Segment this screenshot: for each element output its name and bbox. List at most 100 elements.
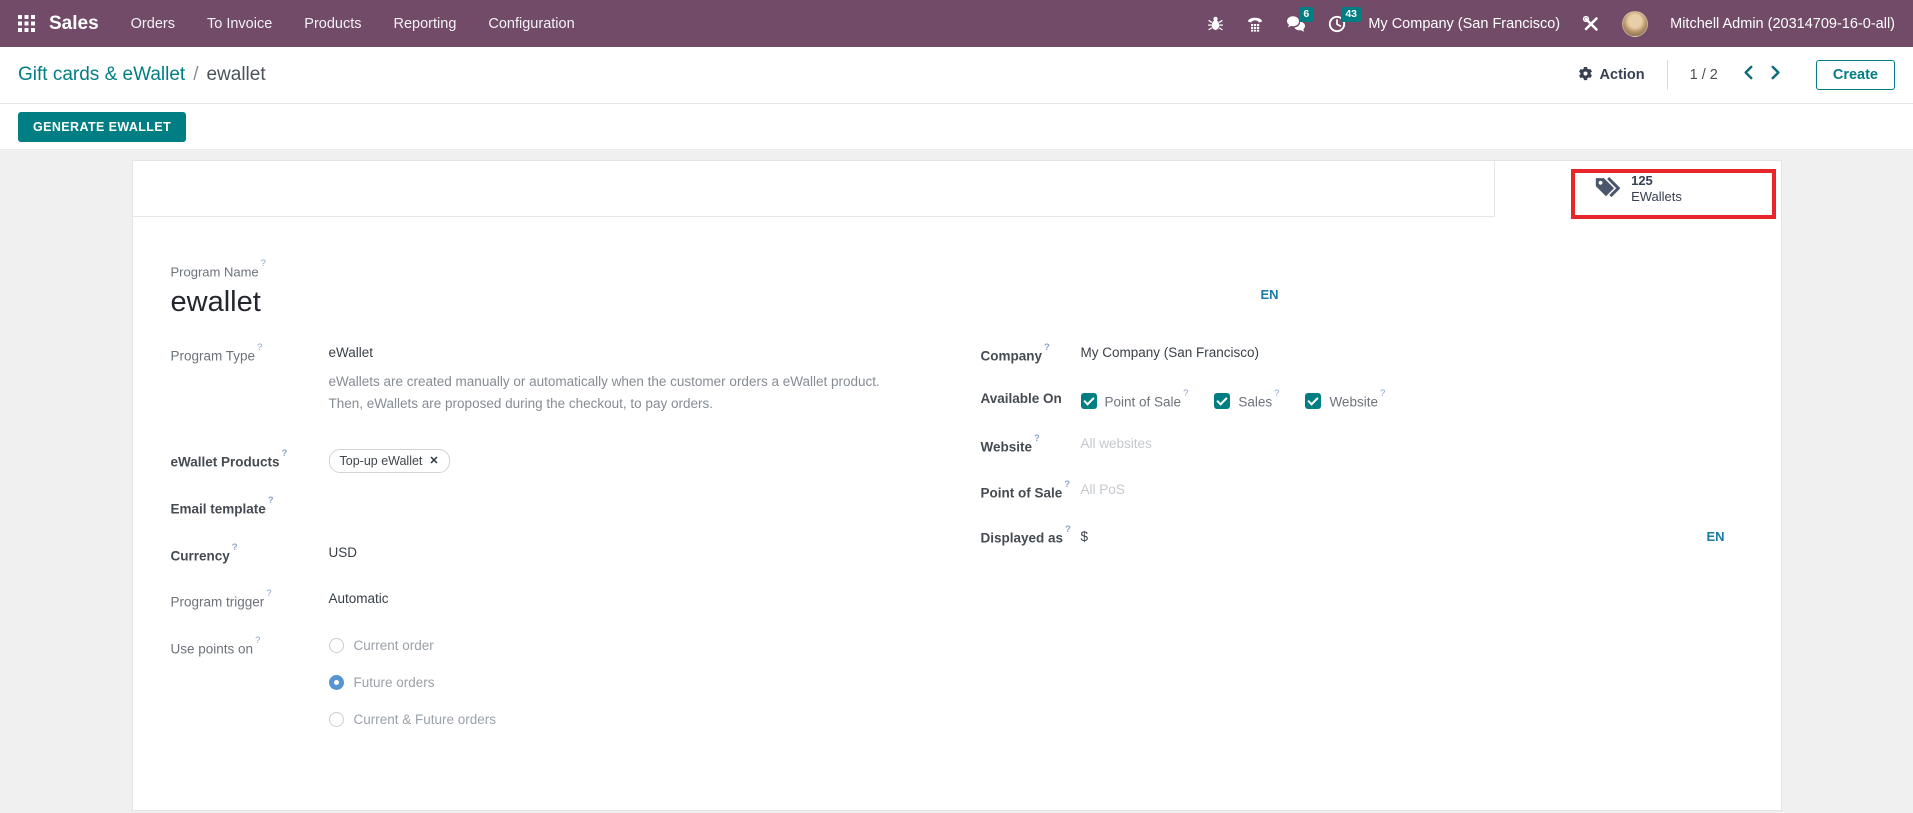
program-name-value[interactable]: ewallet — [171, 286, 1743, 319]
menu-orders[interactable]: Orders — [131, 16, 175, 32]
ewallet-products-row: eWallet Products? Top-up eWallet ✕ — [171, 449, 981, 473]
top-navbar: Sales Orders To Invoice Products Reporti… — [0, 0, 1913, 47]
breadcrumb: Gift cards & eWallet / ewallet — [18, 64, 266, 86]
menu-reporting[interactable]: Reporting — [394, 16, 457, 32]
company-row: Company? My Company (San Francisco) — [981, 343, 1743, 367]
radio-label: Current & Future orders — [354, 710, 497, 730]
control-panel: Gift cards & eWallet / ewallet Action 1 … — [0, 47, 1913, 104]
help-marker[interactable]: ? — [1183, 388, 1188, 399]
program-name-block: Program Name? ewallet EN — [171, 263, 1743, 319]
website-label: Website — [981, 440, 1033, 455]
radio-label: Future orders — [354, 673, 435, 693]
radio-label: Current order — [354, 636, 434, 656]
gear-icon — [1578, 66, 1593, 85]
breadcrumb-parent-link[interactable]: Gift cards & eWallet — [18, 64, 185, 86]
checkbox-checked[interactable] — [1214, 393, 1230, 409]
program-type-label: Program Type — [171, 349, 256, 364]
apps-grid-icon[interactable] — [18, 15, 35, 32]
pager-next-button[interactable] — [1762, 61, 1790, 89]
radio-option-current-order: Current order — [329, 636, 497, 656]
email-template-row: Email template? — [171, 496, 981, 520]
help-marker[interactable]: ? — [257, 342, 262, 353]
help-marker[interactable]: ? — [1274, 388, 1279, 399]
program-trigger-row: Program trigger? Automatic — [171, 589, 981, 613]
point-of-sale-row: Point of Sale? All PoS — [981, 480, 1743, 504]
radio-button[interactable] — [329, 638, 344, 653]
messages-count-badge: 6 — [1299, 7, 1313, 22]
product-tag[interactable]: Top-up eWallet ✕ — [329, 449, 450, 473]
program-trigger-value[interactable]: Automatic — [329, 589, 389, 613]
radio-button[interactable] — [329, 712, 344, 727]
divider — [1667, 60, 1668, 90]
help-marker[interactable]: ? — [261, 258, 266, 269]
point-of-sale-value-placeholder[interactable]: All PoS — [1081, 480, 1125, 504]
tools-icon[interactable] — [1582, 15, 1600, 33]
generate-ewallet-button[interactable]: GENERATE EWALLET — [18, 112, 186, 142]
pager-previous-button[interactable] — [1734, 61, 1762, 89]
action-menu-button[interactable]: Action — [1578, 66, 1645, 85]
displayed-as-value[interactable]: $ — [1081, 527, 1089, 547]
help-marker[interactable]: ? — [232, 542, 238, 553]
bug-icon[interactable] — [1207, 15, 1224, 32]
available-on-label: Available On — [981, 389, 1081, 413]
stat-value: 125 — [1631, 173, 1682, 189]
program-name-label: Program Name — [171, 264, 259, 279]
menu-configuration[interactable]: Configuration — [488, 16, 574, 32]
help-marker[interactable]: ? — [1044, 342, 1050, 353]
page-content: 125 EWallets Program Name? ewallet EN Pr — [0, 150, 1913, 811]
tags-icon — [1593, 173, 1620, 205]
checkbox-label: Website — [1329, 394, 1378, 409]
messages-icon[interactable]: 6 — [1286, 15, 1306, 32]
remove-tag-icon[interactable]: ✕ — [429, 451, 438, 471]
form-sheet: 125 EWallets Program Name? ewallet EN Pr — [132, 160, 1782, 811]
radio-button-checked[interactable] — [329, 675, 344, 690]
ewallet-products-label: eWallet Products — [171, 455, 280, 470]
available-on-row: Available On Point of Sale? Sales? — [981, 389, 1743, 413]
website-row: Website? All websites — [981, 434, 1743, 458]
breadcrumb-current: ewallet — [206, 64, 265, 86]
menu-products[interactable]: Products — [304, 16, 361, 32]
company-value[interactable]: My Company (San Francisco) — [1081, 343, 1260, 367]
checkbox-label: Point of Sale — [1105, 394, 1182, 409]
checkbox-checked[interactable] — [1305, 393, 1321, 409]
currency-label: Currency — [171, 548, 230, 563]
breadcrumb-separator: / — [193, 64, 198, 86]
program-type-description-1: eWallets are created manually or automat… — [329, 371, 880, 393]
email-template-label: Email template — [171, 502, 266, 517]
help-marker[interactable]: ? — [1034, 433, 1040, 444]
radio-option-future-orders: Future orders — [329, 673, 497, 693]
website-value-placeholder[interactable]: All websites — [1081, 434, 1152, 458]
checkbox-sales: Sales? — [1214, 389, 1279, 413]
app-name[interactable]: Sales — [49, 13, 99, 35]
chevron-left-icon — [1742, 65, 1754, 85]
help-marker[interactable]: ? — [268, 495, 274, 506]
program-type-value[interactable]: eWallet — [329, 343, 880, 363]
user-menu[interactable]: Mitchell Admin (20314709-16-0-all) — [1670, 16, 1895, 32]
menu-to-invoice[interactable]: To Invoice — [207, 16, 272, 32]
help-marker[interactable]: ? — [1064, 479, 1070, 490]
checkbox-label: Sales — [1238, 394, 1272, 409]
stat-label: EWallets — [1631, 189, 1682, 205]
translate-badge[interactable]: EN — [1261, 287, 1279, 302]
action-label: Action — [1600, 67, 1645, 83]
create-button[interactable]: Create — [1816, 60, 1895, 90]
company-label: Company — [981, 349, 1043, 364]
ewallets-stat-button[interactable]: 125 EWallets — [1494, 161, 1781, 217]
mobile-keypad-icon[interactable] — [1246, 15, 1264, 32]
help-marker[interactable]: ? — [255, 635, 260, 646]
use-points-options: Current order Future orders Current & Fu… — [329, 636, 497, 747]
form-right-column: Company? My Company (San Francisco) Avai… — [981, 343, 1743, 571]
displayed-as-label: Displayed as — [981, 531, 1064, 546]
help-marker[interactable]: ? — [1380, 388, 1385, 399]
company-switcher[interactable]: My Company (San Francisco) — [1368, 16, 1560, 32]
help-marker[interactable]: ? — [1065, 524, 1071, 535]
activities-clock-icon[interactable]: 43 — [1328, 15, 1346, 33]
currency-value[interactable]: USD — [329, 543, 358, 567]
user-avatar[interactable] — [1622, 11, 1648, 37]
checkbox-checked[interactable] — [1081, 393, 1097, 409]
help-marker[interactable]: ? — [282, 448, 288, 459]
available-on-options: Point of Sale? Sales? Website? — [1081, 389, 1412, 413]
help-marker[interactable]: ? — [266, 588, 271, 599]
translate-badge[interactable]: EN — [1706, 527, 1724, 547]
stat-button-bar: 125 EWallets — [133, 161, 1781, 217]
